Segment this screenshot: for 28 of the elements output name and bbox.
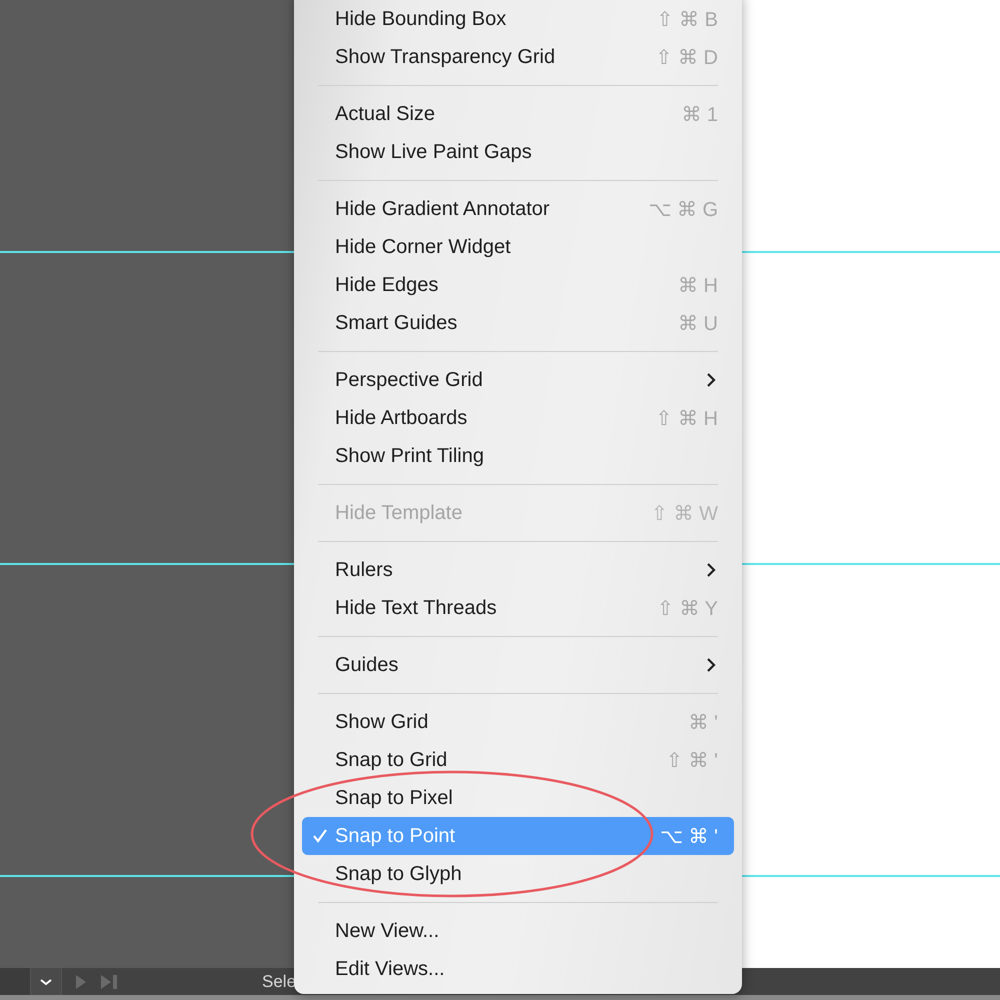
menu-item[interactable]: Snap to Glyph <box>302 855 734 893</box>
dropdown-button[interactable] <box>30 968 62 995</box>
menu-item[interactable]: Hide Edges ⌘ H <box>302 266 734 304</box>
menu-item[interactable]: New View... <box>302 912 734 950</box>
menu-item[interactable]: Guides <box>302 646 734 684</box>
menu-item[interactable]: Perspective Grid <box>302 361 734 399</box>
checkmark-icon <box>312 828 328 844</box>
chevron-right-icon <box>706 657 716 673</box>
menu-item[interactable]: Rulers <box>302 551 734 589</box>
menu-item[interactable]: Hide Corner Widget <box>302 228 734 266</box>
skip-end-icon[interactable] <box>100 974 118 990</box>
chevron-right-icon <box>706 562 716 578</box>
menu-item[interactable]: Hide Gradient Annotator ⌥ ⌘ G <box>302 190 734 228</box>
play-icon[interactable] <box>74 974 88 990</box>
menu-item[interactable]: Snap to Grid ⇧ ⌘ ' <box>302 741 734 779</box>
menu-item[interactable]: Hide Bounding Box ⇧ ⌘ B <box>302 0 734 38</box>
menu-item[interactable]: Smart Guides ⌘ U <box>302 304 734 342</box>
menu-item[interactable]: Show Transparency Grid ⇧ ⌘ D <box>302 38 734 76</box>
menu-item[interactable]: Edit Views... <box>302 950 734 988</box>
menu-item[interactable]: Show Grid ⌘ ' <box>302 703 734 741</box>
menu-item[interactable]: Hide Text Threads ⇧ ⌘ Y <box>302 589 734 627</box>
chevron-down-icon <box>39 976 53 986</box>
menu-item[interactable]: Show Print Tiling <box>302 437 734 475</box>
chevron-right-icon <box>706 372 716 388</box>
menu-item[interactable]: Show Live Paint Gaps <box>302 133 734 171</box>
menu-item[interactable]: Snap to Pixel <box>302 779 734 817</box>
menu-item[interactable]: Actual Size ⌘ 1 <box>302 95 734 133</box>
menu-item[interactable]: Hide Artboards ⇧ ⌘ H <box>302 399 734 437</box>
